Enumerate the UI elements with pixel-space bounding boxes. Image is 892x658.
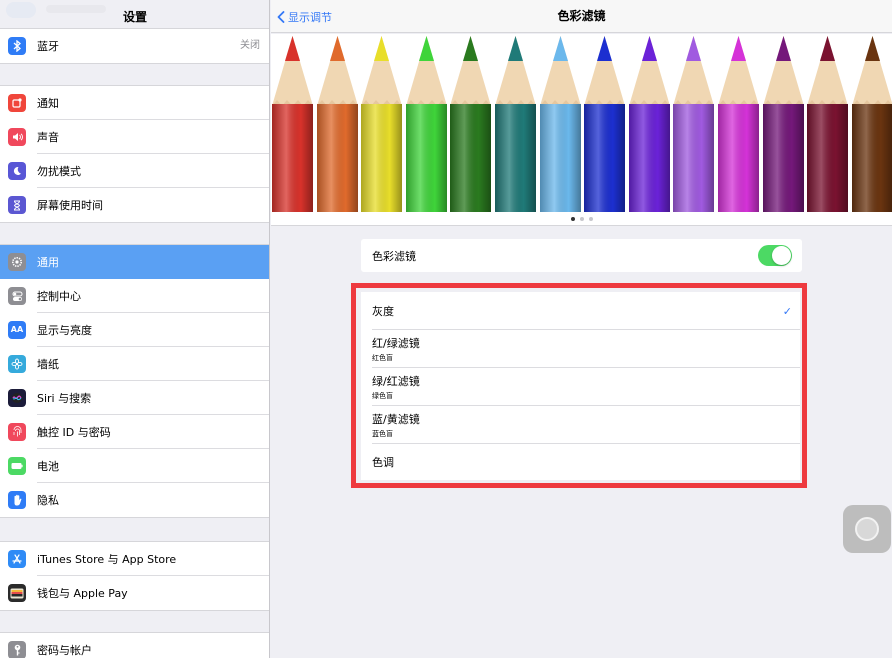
assistive-touch-button[interactable]	[843, 505, 891, 553]
sidebar-group-store: iTunes Store 与 App Store 钱包与 Apple Pay	[0, 541, 269, 611]
colored-pencil	[448, 34, 493, 212]
sidebar-item[interactable]: AA 显示与亮度	[0, 313, 269, 347]
bluetooth-status: 关闭	[240, 40, 260, 51]
app-store-icon	[8, 550, 26, 568]
sidebar-item[interactable]: 屏幕使用时间	[0, 188, 269, 222]
sidebar-item-label: Siri 与搜索	[37, 392, 92, 405]
assistive-touch-ring	[855, 517, 879, 541]
color-preview-carousel[interactable]	[271, 34, 892, 212]
sidebar-item-label: 蓝牙	[37, 40, 59, 53]
page-dot[interactable]	[588, 216, 593, 221]
color-filters-toggle-row: 色彩滤镜	[361, 239, 802, 272]
hourglass-icon	[8, 196, 26, 214]
sidebar-item[interactable]: 声音	[0, 120, 269, 154]
filter-option[interactable]: 红/绿滤镜红色盲	[361, 330, 800, 368]
filter-option[interactable]: 蓝/黄滤镜蓝色盲	[361, 406, 800, 444]
page-dot[interactable]	[579, 216, 584, 221]
sidebar-item-label: 显示与亮度	[37, 324, 92, 337]
colored-pencil	[493, 34, 538, 212]
siri-icon	[8, 389, 26, 407]
page-title: 色彩滤镜	[557, 9, 606, 23]
sidebar-item-label: 屏幕使用时间	[37, 199, 103, 212]
filter-option-title: 色调	[372, 456, 394, 469]
notifications-icon	[8, 94, 26, 112]
sidebar-item-label: 隐私	[37, 494, 59, 507]
filter-options-list: 灰度 ✓ 红/绿滤镜红色盲绿/红滤镜绿色盲蓝/黄滤镜蓝色盲色调	[361, 292, 800, 480]
bluetooth-icon	[8, 37, 26, 55]
filter-option[interactable]: 色调	[361, 444, 800, 480]
sidebar-item-label: 勿扰模式	[37, 165, 81, 178]
filter-option-title: 灰度	[372, 305, 394, 318]
filter-option-title: 绿/红滤镜	[372, 375, 420, 388]
sidebar-item-bluetooth[interactable]: 蓝牙 关闭	[0, 29, 269, 63]
key-icon	[8, 641, 26, 658]
colored-pencil	[359, 34, 404, 212]
filter-option-subtitle: 蓝色盲	[372, 430, 393, 438]
sidebar-item-label: 通知	[37, 97, 59, 110]
colored-pencil	[671, 34, 716, 212]
filter-option-subtitle: 红色盲	[372, 354, 393, 362]
sidebar-group-general: 通用控制中心 AA 显示与亮度墙纸 Siri 与搜索触控 ID 与密码 电池隐私	[0, 244, 269, 518]
colored-pencil	[404, 34, 449, 212]
switch-knob	[772, 246, 791, 265]
sidebar-item[interactable]: Siri 与搜索	[0, 381, 269, 415]
sidebar-item[interactable]: 通知	[0, 86, 269, 120]
filter-option-subtitle: 绿色盲	[372, 392, 393, 400]
sidebar-item[interactable]: 触控 ID 与密码	[0, 415, 269, 449]
colored-pencil	[716, 34, 761, 212]
page-dot[interactable]	[570, 216, 575, 221]
sidebar-item-label: iTunes Store 与 App Store	[37, 553, 177, 566]
color-filters-switch[interactable]	[758, 245, 792, 266]
sidebar-item-label: 触控 ID 与密码	[37, 426, 111, 439]
sidebar-group-connectivity: 蓝牙 关闭	[0, 28, 269, 64]
colored-pencil	[761, 34, 806, 212]
sidebar-item[interactable]: 墙纸	[0, 347, 269, 381]
filter-option[interactable]: 灰度 ✓	[361, 292, 800, 330]
sidebar-item[interactable]: 电池	[0, 449, 269, 483]
hand-icon	[8, 491, 26, 509]
moon-icon	[8, 162, 26, 180]
colored-pencil	[805, 34, 850, 212]
sidebar-item[interactable]: 通用	[0, 245, 269, 279]
filter-option-title: 蓝/黄滤镜	[372, 413, 420, 426]
page-indicator[interactable]	[271, 212, 892, 226]
toggles-icon	[8, 287, 26, 305]
colored-pencil	[850, 34, 892, 212]
color-filters-label: 色彩滤镜	[372, 249, 416, 263]
sidebar-item-label: 声音	[37, 131, 59, 144]
sidebar-item-label: 钱包与 Apple Pay	[37, 587, 128, 600]
sidebar-item[interactable]: 钱包与 Apple Pay	[0, 576, 269, 610]
settings-sidebar: 设置 蓝牙 关闭 通知 声音 勿扰模式 屏幕使用时间 通用 控制中心 AA 显示与亮度 墙纸 S…	[0, 0, 270, 658]
color-filters-page: 显示调节 色彩滤镜 色彩滤镜 灰度 ✓ 红/绿滤镜 红色盲 绿/红滤镜 绿色盲 蓝/黄滤镜蓝…	[271, 0, 892, 658]
wallet-icon	[8, 584, 26, 602]
sidebar-item[interactable]: 勿扰模式	[0, 154, 269, 188]
colored-pencil	[315, 34, 360, 212]
colored-pencil	[538, 34, 583, 212]
text-size-icon: AA	[8, 321, 26, 339]
sidebar-group-notifications: 通知声音勿扰模式屏幕使用时间	[0, 85, 269, 223]
gear-icon	[8, 253, 26, 271]
sidebar-item[interactable]: 隐私	[0, 483, 269, 517]
sidebar-item-label: 控制中心	[37, 290, 81, 303]
navigation-bar: 显示调节 色彩滤镜	[271, 0, 892, 33]
colored-pencil	[582, 34, 627, 212]
filter-option[interactable]: 绿/红滤镜绿色盲	[361, 368, 800, 406]
sidebar-item-label: 电池	[37, 460, 59, 473]
sidebar-item[interactable]: iTunes Store 与 App Store	[0, 542, 269, 576]
sidebar-item-label: 密码与帐户	[37, 644, 92, 657]
checkmark-icon: ✓	[782, 304, 792, 318]
sidebar-group-accounts: 密码与帐户	[0, 632, 269, 658]
fingerprint-icon	[8, 423, 26, 441]
sound-icon	[8, 128, 26, 146]
battery-icon	[8, 457, 26, 475]
filter-option-title: 红/绿滤镜	[372, 337, 420, 350]
colored-pencil	[271, 34, 315, 212]
sidebar-item[interactable]: 控制中心	[0, 279, 269, 313]
colored-pencil	[627, 34, 672, 212]
sidebar-item[interactable]: 密码与帐户	[0, 633, 269, 658]
sidebar-item-label: 通用	[37, 256, 59, 269]
sidebar-item-label: 墙纸	[37, 358, 59, 371]
flower-icon	[8, 355, 26, 373]
